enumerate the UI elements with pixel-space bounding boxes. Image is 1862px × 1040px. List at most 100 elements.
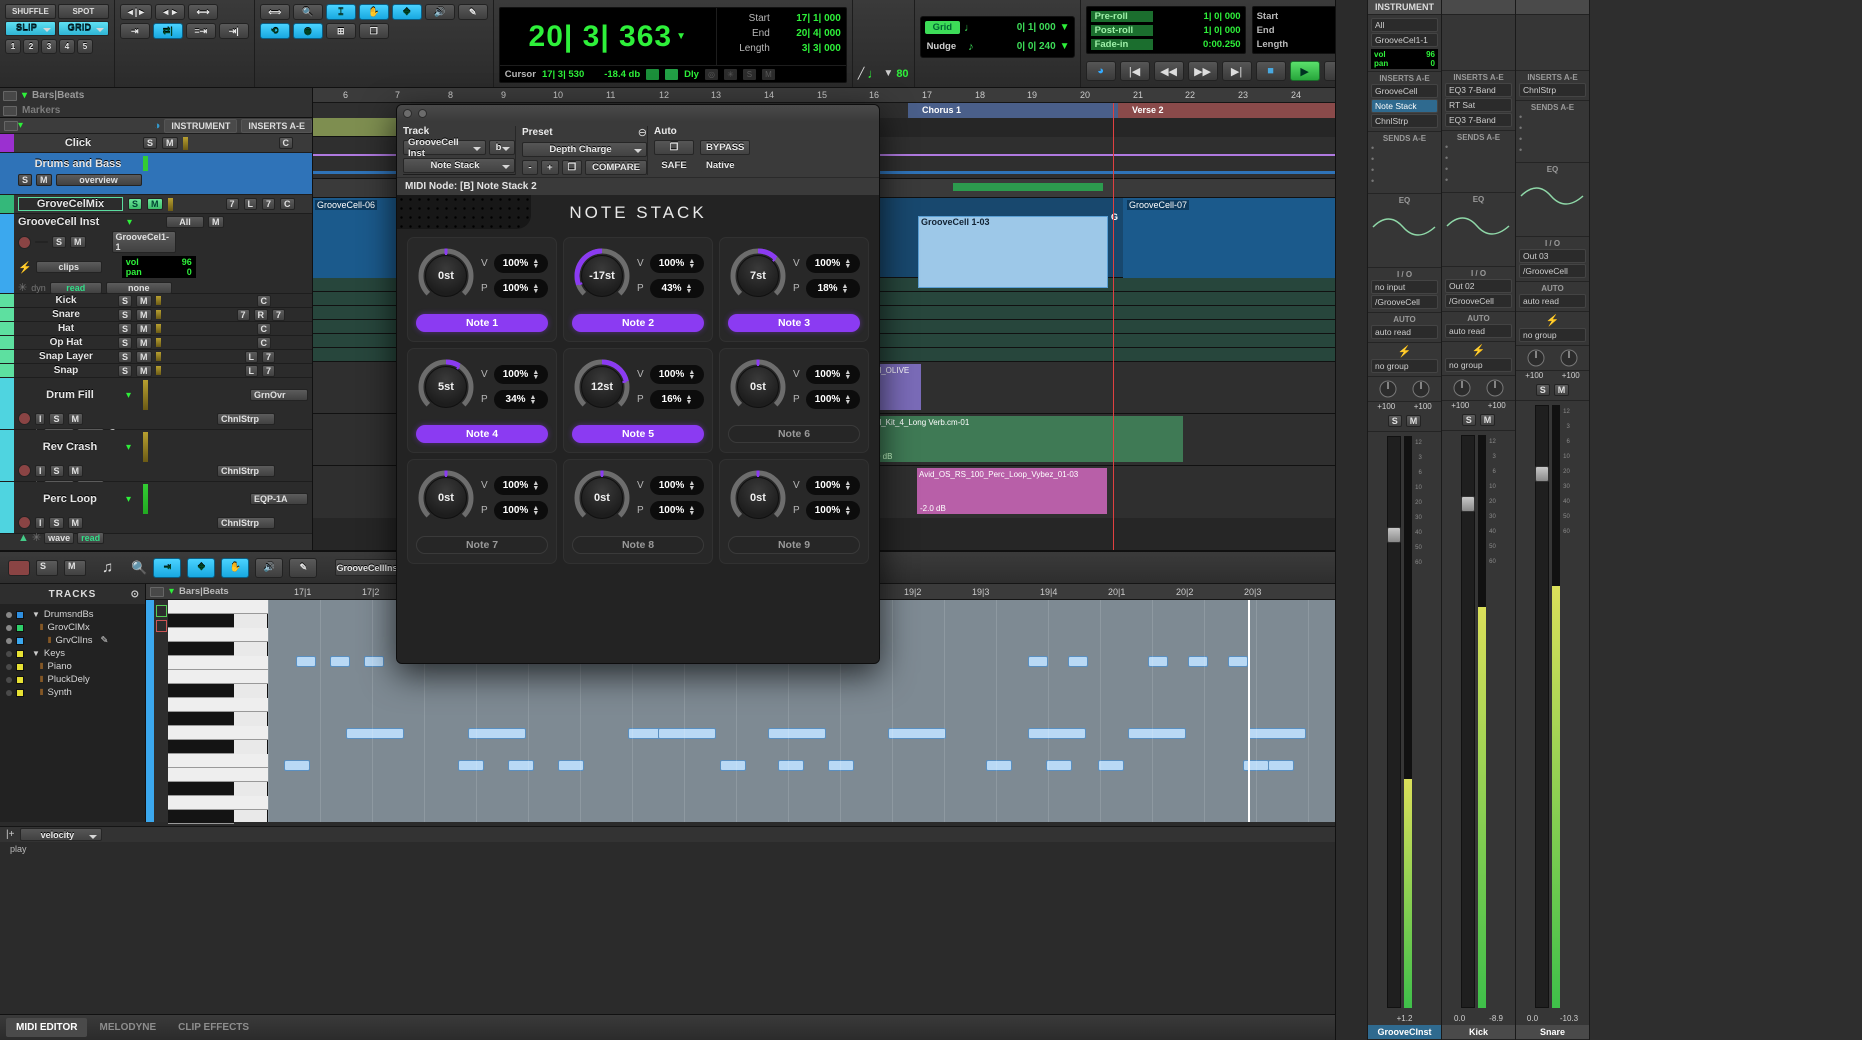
mute-drums[interactable]: M <box>36 174 52 186</box>
pan-right-value[interactable]: +100 <box>1414 402 1432 411</box>
end-value[interactable]: 20| 4| 000 <box>770 26 841 41</box>
velocity-arrows-icon-3[interactable]: ▲▼ <box>844 259 851 269</box>
clip-id-olive[interactable]: id_OLIVE <box>873 364 921 410</box>
playlist-groovecell[interactable]: GrooveCel1-1 <box>112 231 176 253</box>
probability-stepper-3[interactable]: 18% ▲▼ <box>806 279 860 298</box>
midi-note-block[interactable] <box>346 728 404 739</box>
channel-fader[interactable] <box>1535 405 1549 1008</box>
db-value-1[interactable]: 0.0 <box>1454 1014 1465 1023</box>
io-snap-layer-2[interactable]: 7 <box>262 351 275 363</box>
note-toggle-6[interactable]: Note 6 <box>728 425 860 443</box>
pan-knob-left-icon[interactable] <box>1452 378 1472 398</box>
io-snap-1[interactable]: L <box>245 365 259 377</box>
insert-perc-loop-1[interactable]: EQP-1A <box>250 493 308 505</box>
probability-arrows-icon-2[interactable]: ▲▼ <box>686 284 693 294</box>
grid-chevron-icon[interactable]: ▼ <box>1060 22 1070 33</box>
io-grovecelmix-4[interactable]: C <box>280 198 295 210</box>
channel-fader[interactable] <box>1461 435 1475 1008</box>
midi-note-block[interactable] <box>508 760 534 771</box>
note-toggle-5[interactable]: Note 5 <box>572 425 704 443</box>
loop-playback-icon[interactable]: ⟲ <box>260 23 290 39</box>
zoom-toggle-icon[interactable]: ⟷ <box>188 4 218 20</box>
main-counter[interactable]: 20| 3| 363 ▼ Start End Length 17| 1| 000… <box>499 7 847 83</box>
col-instrument-header[interactable]: INSTRUMENT <box>164 119 237 133</box>
drum-fill-chevron-icon[interactable]: ▾ <box>126 390 131 401</box>
midi-note-block[interactable] <box>330 656 350 667</box>
midi-note-block[interactable] <box>720 760 746 771</box>
record-arm-perc-loop[interactable] <box>18 516 31 529</box>
insert-rev-crash-2[interactable]: ChnlStrp <box>217 465 275 477</box>
solo-snare[interactable]: S <box>118 309 132 321</box>
pan-value-groovecell[interactable]: 0 <box>187 267 192 277</box>
scrubber-tool-icon[interactable]: 🔊 <box>425 4 455 20</box>
db-value-2[interactable]: -8.9 <box>1489 1014 1503 1023</box>
record-arm-groovecell[interactable] <box>18 236 31 249</box>
go-to-end-button[interactable]: ▶| <box>1222 61 1252 81</box>
solo-drum-fill[interactable]: S <box>49 413 63 425</box>
velocity-stepper-9[interactable]: 100% ▲▼ <box>806 476 860 495</box>
record-arm-rev-crash[interactable] <box>18 464 31 477</box>
piano-key-white[interactable] <box>168 796 268 810</box>
piano-key-black[interactable] <box>168 782 234 796</box>
mute-kick[interactable]: M <box>136 295 152 307</box>
fast-forward-button[interactable]: ▶▶ <box>1188 61 1218 81</box>
midi-note-block[interactable] <box>1188 656 1208 667</box>
nudge-chevron-icon[interactable]: ▼ <box>1060 41 1070 52</box>
insert-slot-2[interactable]: RT Sat <box>1445 98 1512 112</box>
link-timeline-icon[interactable]: ⇄| <box>153 23 183 39</box>
disclosure-triangle-icon[interactable]: ▼ <box>32 649 40 658</box>
mixer-mute-button[interactable]: M <box>1406 415 1422 427</box>
mode-spot[interactable]: SPOT <box>58 4 109 19</box>
track-name-drum-fill[interactable]: Drum Fill <box>18 389 122 401</box>
mixer-mute-button[interactable]: M <box>1554 384 1570 396</box>
solo-status-icon[interactable]: S <box>743 69 756 80</box>
input-monitor-groovecell[interactable] <box>35 241 48 243</box>
probability-arrows-icon-7[interactable]: ▲▼ <box>532 506 539 516</box>
velocity-stepper-1[interactable]: 100% ▲▼ <box>494 254 548 273</box>
midi-note-block[interactable] <box>1268 760 1294 771</box>
probability-stepper-1[interactable]: 100% ▲▼ <box>494 279 548 298</box>
perc-loop-chevron-icon[interactable]: ▾ <box>126 494 131 505</box>
mixer-strip-name[interactable]: Snare <box>1516 1025 1589 1040</box>
voice-selector-groovecell[interactable]: All <box>166 216 204 228</box>
marker-chorus-1[interactable]: Chorus 1 <box>908 103 1118 118</box>
playlist-selector[interactable]: GrooveCel1-1 <box>1371 33 1438 47</box>
pan-knob-right-icon[interactable] <box>1559 348 1579 368</box>
db-value-1[interactable]: +1.2 <box>1397 1014 1413 1023</box>
plugin-selector[interactable]: Note Stack <box>403 158 515 173</box>
probability-arrows-icon-3[interactable]: ▲▼ <box>842 284 849 294</box>
piano-key-white[interactable] <box>168 656 268 670</box>
preroll-row[interactable]: Pre-roll 1| 0| 000 <box>1091 9 1241 23</box>
midi-note-icon[interactable]: ⦀ <box>48 636 52 646</box>
midi-note-block[interactable] <box>888 728 946 739</box>
midi-note-icon[interactable]: ⦀ <box>40 675 44 685</box>
velocity-lane-icon[interactable] <box>156 605 167 617</box>
mode-shuffle[interactable]: SHUFFLE <box>5 4 56 19</box>
smart-tool-icon[interactable]: ✥ <box>392 4 422 20</box>
track-row-op-hat[interactable]: Op Hat S M C <box>0 336 312 350</box>
clips-selector-groovecell[interactable]: clips <box>36 261 102 273</box>
mixer-mute-button[interactable]: M <box>1480 414 1496 426</box>
probability-stepper-5[interactable]: 16% ▲▼ <box>650 390 704 409</box>
me-record-arm[interactable] <box>8 560 30 576</box>
mute-perc-loop[interactable]: M <box>68 517 84 529</box>
me-ruler-icon[interactable] <box>150 587 164 597</box>
solo-hat[interactable]: S <box>118 323 132 335</box>
disclosure-triangle-icon[interactable]: ▼ <box>32 610 40 619</box>
preset-selector[interactable]: Depth Charge <box>522 142 647 157</box>
solo-drums[interactable]: S <box>18 174 32 186</box>
midi-note-block[interactable] <box>1068 656 1088 667</box>
start-value[interactable]: 17| 1| 000 <box>770 11 841 26</box>
group-selector[interactable]: no group <box>1445 358 1512 372</box>
input-perc-loop[interactable]: I <box>35 517 46 529</box>
nudge-row[interactable]: Nudge ♪ 0| 0| 240 ▼ <box>925 39 1070 55</box>
midi-track-item-pluckdely[interactable]: ⦀ PluckDely <box>0 673 145 686</box>
solo-click[interactable]: S <box>143 137 157 149</box>
send-slots[interactable]: •••• <box>1519 112 1586 156</box>
tempo-chevron-icon[interactable]: ▼ <box>883 68 893 79</box>
velocity-arrows-icon-7[interactable]: ▲▼ <box>532 481 539 491</box>
input-selector[interactable]: Out 03 <box>1519 249 1586 263</box>
piano-key-white[interactable] <box>168 726 268 740</box>
track-row-hat[interactable]: Hat S M C <box>0 322 312 336</box>
track-row-snare[interactable]: Snare S M 7 R 7 <box>0 308 312 322</box>
